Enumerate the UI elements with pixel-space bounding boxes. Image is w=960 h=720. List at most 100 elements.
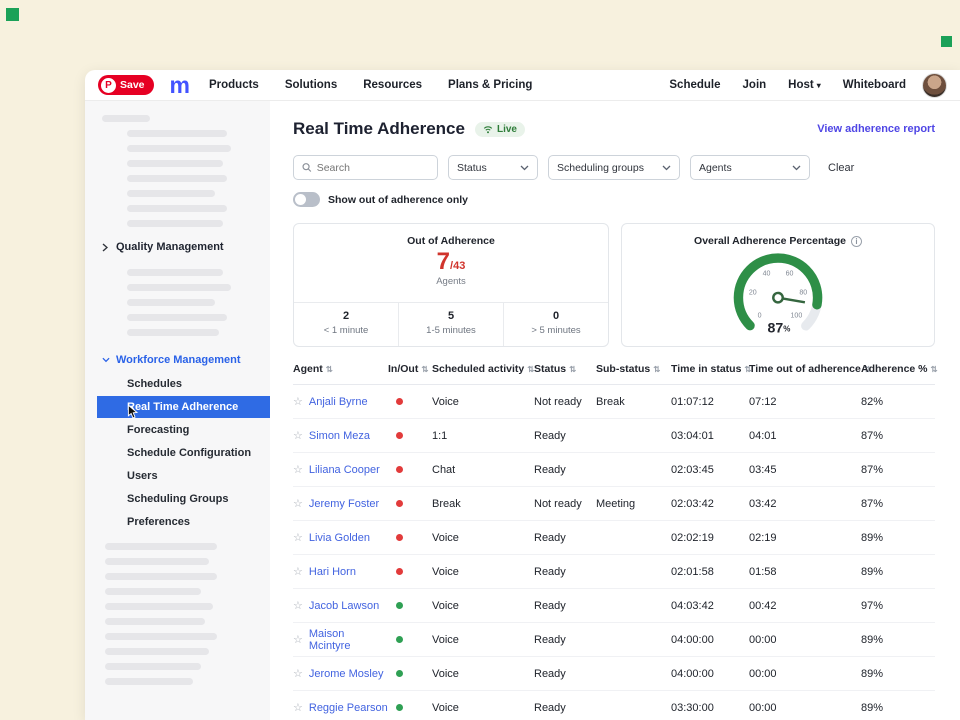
inout-cell <box>388 668 432 680</box>
dropdown-selected-value: Agents <box>699 162 732 174</box>
table-row[interactable]: ☆Jeremy FosterBreakNot readyMeeting02:03… <box>293 487 935 521</box>
clear-filters-button[interactable]: Clear <box>828 162 854 174</box>
column-header-adherence[interactable]: Adherence %⇅ <box>861 363 935 375</box>
agent-link[interactable]: Jacob Lawson <box>309 600 379 612</box>
show-out-of-adherence-toggle[interactable] <box>293 192 320 207</box>
adherence-cell: 87% <box>861 464 935 476</box>
skeleton-bar <box>105 573 217 580</box>
user-avatar[interactable] <box>922 73 947 98</box>
adherence-cell: 89% <box>861 634 935 646</box>
sidebar-item-schedule-configuration[interactable]: Schedule Configuration <box>85 442 270 464</box>
nav-link-resources[interactable]: Resources <box>363 79 422 91</box>
column-header-sub-status[interactable]: Sub-status⇅ <box>596 363 671 375</box>
pinterest-icon: P <box>101 78 116 93</box>
sort-icon[interactable]: ⇅ <box>421 364 428 375</box>
star-icon[interactable]: ☆ <box>293 565 303 578</box>
time-out-of-adherence-cell: 00:00 <box>749 702 861 714</box>
inout-cell <box>388 566 432 578</box>
agent-link[interactable]: Anjali Byrne <box>309 396 368 408</box>
skeleton-bar <box>105 603 213 610</box>
time-out-of-adherence-cell: 01:58 <box>749 566 861 578</box>
bucket-value: 0 <box>504 310 608 322</box>
agent-link[interactable]: Maison Mcintyre <box>309 628 388 652</box>
agent-link[interactable]: Reggie Pearson <box>309 702 388 714</box>
star-icon[interactable]: ☆ <box>293 429 303 442</box>
dropdown-scheduling-groups[interactable]: Scheduling groups <box>548 155 680 180</box>
view-adherence-report-link[interactable]: View adherence report <box>817 123 935 135</box>
adherence-cell: 89% <box>861 702 935 714</box>
column-header-in-out[interactable]: In/Out⇅ <box>388 363 432 375</box>
time-in-status-cell: 03:04:01 <box>671 430 749 442</box>
nav-link-products[interactable]: Products <box>209 79 259 91</box>
sub-status-cell: Break <box>596 396 671 408</box>
status-cell: Ready <box>534 464 596 476</box>
sidebar-skeleton-group <box>85 115 270 227</box>
agent-link[interactable]: Livia Golden <box>309 532 370 544</box>
star-icon[interactable]: ☆ <box>293 531 303 544</box>
dropdown-status[interactable]: Status <box>448 155 538 180</box>
inout-cell <box>388 396 432 408</box>
sort-icon[interactable]: ⇅ <box>569 364 576 375</box>
star-icon[interactable]: ☆ <box>293 395 303 408</box>
table-row[interactable]: ☆Hari HornVoiceReady02:01:5801:5889% <box>293 555 935 589</box>
column-header-time-out-of-adherence[interactable]: Time out of adherence⇅ <box>749 363 861 375</box>
sidebar-item-workforce-management[interactable]: Workforce Management <box>85 348 270 372</box>
count-value: 7 <box>437 248 450 275</box>
svg-text:40: 40 <box>763 271 771 278</box>
sidebar-item-real-time-adherence[interactable]: Real Time Adherence <box>97 396 270 418</box>
search-field[interactable] <box>293 155 438 180</box>
nav-link-host[interactable]: Host▾ <box>788 79 821 91</box>
sort-icon[interactable]: ⇅ <box>931 364 938 375</box>
column-label: Agent <box>293 363 323 375</box>
sidebar-item-preferences[interactable]: Preferences <box>85 511 270 533</box>
search-input[interactable] <box>317 162 429 174</box>
nav-link-plans-pricing[interactable]: Plans & Pricing <box>448 79 532 91</box>
board-sticker-green[interactable] <box>6 8 19 21</box>
table-row[interactable]: ☆Maison McintyreVoiceReady04:00:0000:008… <box>293 623 935 657</box>
table-row[interactable]: ☆Livia GoldenVoiceReady02:02:1902:1989% <box>293 521 935 555</box>
sidebar-item-schedules[interactable]: Schedules <box>85 373 270 395</box>
star-icon[interactable]: ☆ <box>293 463 303 476</box>
skeleton-bar <box>127 329 219 336</box>
skeleton-bar <box>127 130 227 137</box>
sidebar-item-users[interactable]: Users <box>85 465 270 487</box>
star-icon[interactable]: ☆ <box>293 633 303 646</box>
adherence-cell: 89% <box>861 566 935 578</box>
table-row[interactable]: ☆Liliana CooperChatReady02:03:4503:4587% <box>293 453 935 487</box>
agent-link[interactable]: Hari Horn <box>309 566 356 578</box>
nav-link-solutions[interactable]: Solutions <box>285 79 337 91</box>
star-icon[interactable]: ☆ <box>293 701 303 714</box>
table-row[interactable]: ☆Jacob LawsonVoiceReady04:03:4200:4297% <box>293 589 935 623</box>
star-icon[interactable]: ☆ <box>293 667 303 680</box>
pinterest-save-button[interactable]: P Save <box>98 75 154 95</box>
nav-link-whiteboard[interactable]: Whiteboard <box>843 79 906 91</box>
skeleton-bar <box>105 618 205 625</box>
column-label: Time in status <box>671 363 741 375</box>
miro-logo[interactable]: m <box>170 74 189 97</box>
agent-link[interactable]: Jeremy Foster <box>309 498 379 510</box>
sidebar-item-quality-management[interactable]: Quality Management <box>85 235 270 259</box>
star-icon[interactable]: ☆ <box>293 599 303 612</box>
agent-link[interactable]: Jerome Mosley <box>309 668 384 680</box>
nav-link-schedule[interactable]: Schedule <box>669 79 720 91</box>
sort-icon[interactable]: ⇅ <box>326 364 333 375</box>
table-row[interactable]: ☆Simon Meza1:1Ready03:04:0104:0187% <box>293 419 935 453</box>
sidebar-item-scheduling-groups[interactable]: Scheduling Groups <box>85 488 270 510</box>
agent-link[interactable]: Simon Meza <box>309 430 370 442</box>
column-header-agent[interactable]: Agent⇅ <box>293 363 388 375</box>
board-sticker-green[interactable] <box>941 36 952 47</box>
sidebar-item-forecasting[interactable]: Forecasting <box>85 419 270 441</box>
star-icon[interactable]: ☆ <box>293 497 303 510</box>
column-header-status[interactable]: Status⇅ <box>534 363 596 375</box>
adherence-bucket: 51-5 minutes <box>398 303 503 346</box>
table-row[interactable]: ☆Jerome MosleyVoiceReady04:00:0000:0089% <box>293 657 935 691</box>
sort-icon[interactable]: ⇅ <box>653 364 660 375</box>
agent-link[interactable]: Liliana Cooper <box>309 464 380 476</box>
column-header-scheduled-activity[interactable]: Scheduled activity⇅ <box>432 363 534 375</box>
table-row[interactable]: ☆Anjali ByrneVoiceNot readyBreak01:07:12… <box>293 385 935 419</box>
nav-link-join[interactable]: Join <box>743 79 767 91</box>
dropdown-agents[interactable]: Agents <box>690 155 810 180</box>
table-row[interactable]: ☆Reggie PearsonVoiceReady03:30:0000:0089… <box>293 691 935 720</box>
time-in-status-cell: 03:30:00 <box>671 702 749 714</box>
column-header-time-in-status[interactable]: Time in status⇅ <box>671 363 749 375</box>
